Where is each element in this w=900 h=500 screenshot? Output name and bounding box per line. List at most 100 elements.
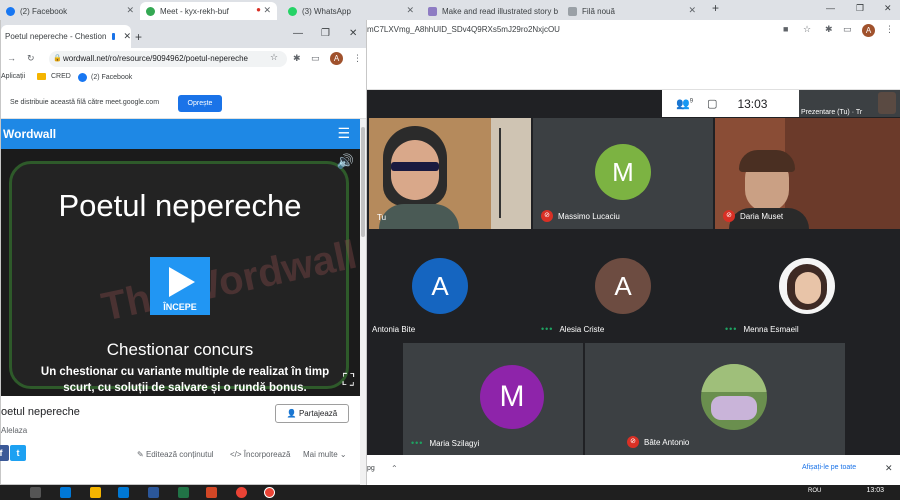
twitter-share-icon[interactable]: t [10, 445, 26, 461]
close-icon[interactable]: ✕ [123, 31, 131, 42]
camera-icon[interactable]: ■ [783, 24, 788, 34]
facebook-share-icon[interactable]: f [0, 445, 9, 461]
bookmark-star-icon[interactable]: ☆ [803, 24, 811, 35]
excel-icon[interactable] [178, 487, 189, 498]
address-bar[interactable]: 🔒 wordwall.net/ro/resource/9094962/poetu… [49, 51, 287, 67]
bookmark-facebook[interactable]: (2) Facebook [78, 73, 132, 82]
close-icon[interactable]: ✕ [688, 5, 696, 16]
edit-content-link[interactable]: ✎ Editează conținutul [137, 450, 214, 459]
close-icon[interactable]: ✕ [406, 5, 414, 16]
presenter-video [878, 92, 896, 114]
new-tab-icon[interactable]: + [135, 30, 142, 44]
more-link[interactable]: Mai multe ⌄ [303, 450, 347, 459]
start-button[interactable]: ÎNCEPE [150, 257, 210, 315]
new-tab-icon[interactable]: + [712, 1, 719, 15]
minimize-icon[interactable]: — [293, 28, 303, 39]
tab-meet[interactable]: Meet - kyx-rekh-buf ● ✕ [140, 2, 277, 20]
tab-share-notice: Se distribuie această filă către meet.go… [1, 87, 366, 119]
scroll-thumb[interactable] [361, 127, 365, 237]
wordwall-browser-window: Poetul nepereche - Chestion ✕ + — ❐ ✕ → … [0, 20, 367, 485]
participant-tile-bate[interactable]: ⊘ Bâte Antonio [585, 343, 845, 455]
word-icon[interactable] [148, 487, 159, 498]
hamburger-menu-icon[interactable]: ☰ [337, 125, 350, 142]
hair [739, 150, 795, 172]
speaker-icon[interactable]: 🔊 [337, 153, 354, 170]
embed-link[interactable]: </> Încorporează [230, 450, 291, 459]
facebook-icon [78, 73, 87, 82]
participant-tile-daria[interactable]: ⊘ Daria Muset [715, 118, 900, 229]
wordwall-logo[interactable]: Wordwall [3, 127, 56, 141]
people-icon[interactable]: 👥9 [676, 97, 693, 110]
back-arrow-icon[interactable]: → [7, 53, 16, 63]
language-indicator[interactable]: ROU [808, 488, 821, 494]
file-explorer-icon[interactable] [90, 487, 101, 498]
mic-off-icon: ⊘ [627, 436, 639, 448]
close-window-icon[interactable]: ✕ [349, 28, 357, 39]
address-bar[interactable]: mC7LXVmg_A8hhUID_SDv4Q9RXs5mJ29ro2NxjcOU [367, 25, 560, 34]
participant-tile-alesia[interactable]: A ••• Alesia Criste [533, 231, 713, 341]
share-button[interactable]: 👤 Partajează [275, 404, 349, 423]
bookmark-star-icon[interactable]: ☆ [270, 52, 278, 63]
profile-avatar[interactable]: A [330, 52, 343, 65]
taskbar-clock[interactable]: 13:03 [866, 487, 884, 494]
bookmark-cred[interactable]: CRED [37, 73, 71, 80]
edge-icon[interactable] [60, 487, 71, 498]
participant-name: ⊘ Bâte Antonio [627, 436, 689, 448]
tab-label: Filă nouă [582, 6, 615, 16]
mic-off-icon: ⊘ [541, 210, 553, 222]
extensions-icon[interactable]: ✱ [825, 24, 833, 35]
bookmark-apps[interactable]: Aplicații [1, 73, 25, 80]
cast-icon[interactable]: ▭ [311, 53, 320, 64]
tab-label: Poetul nepereche - Chestion [5, 32, 107, 41]
show-all-link[interactable]: Afișați-le pe toate [802, 464, 856, 471]
code-icon: </> [230, 450, 244, 459]
tab-new-tab[interactable]: Filă nouă ✕ [562, 2, 702, 20]
presentation-thumbnail[interactable]: Prezentare (Tu) · Tr [799, 90, 900, 117]
participant-tile-tu[interactable]: Tu [369, 118, 531, 229]
maximize-icon[interactable]: ❐ [856, 3, 864, 14]
page-scrollbar[interactable] [360, 119, 366, 485]
participant-tile-menna[interactable]: ••• Menna Esmaeil [715, 231, 900, 341]
download-bar: pg ⌃ Afișați-le pe toate ✕ [367, 455, 900, 485]
tab-facebook[interactable]: (2) Facebook ✕ [0, 2, 140, 20]
sharing-indicator-icon [112, 33, 116, 40]
chrome-active-icon[interactable] [264, 487, 275, 498]
download-file-name[interactable]: pg [367, 465, 375, 472]
stop-sharing-button[interactable]: Oprește [178, 95, 222, 112]
close-icon[interactable]: ✕ [263, 5, 271, 16]
lamp [499, 128, 525, 218]
participant-tile-antonia[interactable]: A Antonia Bite [367, 231, 533, 341]
mail-icon[interactable] [118, 487, 129, 498]
participant-tile-maria[interactable]: M ••• Maria Szilagyi [403, 343, 583, 455]
chrome-icon[interactable] [236, 487, 247, 498]
profile-avatar[interactable]: A [862, 24, 875, 37]
extensions-icon[interactable]: ✱ [293, 53, 301, 64]
chat-icon[interactable]: ▢ [707, 97, 717, 110]
facebook-icon [6, 6, 15, 16]
chevron-up-icon[interactable]: ⌃ [391, 464, 398, 473]
activity-author[interactable]: Alelaza [1, 426, 27, 435]
menu-icon[interactable]: ⋮ [885, 24, 894, 35]
cast-icon[interactable]: ▭ [843, 24, 852, 35]
tab-label: Meet - kyx-rekh-buf [160, 6, 229, 16]
tab-wordwall[interactable]: Poetul nepereche - Chestion ✕ [1, 25, 131, 48]
task-view-icon[interactable] [30, 487, 41, 498]
close-icon[interactable]: ✕ [126, 5, 134, 16]
menu-icon[interactable]: ⋮ [353, 53, 362, 64]
participant-name: ⊘ Daria Muset [723, 210, 783, 222]
powerpoint-icon[interactable] [206, 487, 217, 498]
minimize-icon[interactable]: — [826, 3, 835, 13]
tab-storybook[interactable]: Make and read illustrated story b [422, 2, 562, 20]
back-browser-bookmarks-area [367, 42, 900, 90]
reload-icon[interactable]: ↻ [27, 53, 35, 64]
close-window-icon[interactable]: ✕ [884, 3, 892, 14]
participant-tile-massimo[interactable]: M ⊘ Massimo Lucaciu [533, 118, 713, 229]
avatar: A [595, 258, 651, 314]
maximize-icon[interactable]: ❐ [321, 28, 330, 39]
participant-count: 9 [689, 98, 694, 105]
participant-name: Antonia Bite [372, 325, 416, 334]
tab-whatsapp[interactable]: (3) WhatsApp ✕ [282, 2, 420, 20]
close-icon[interactable]: ✕ [885, 463, 893, 474]
fullscreen-icon[interactable]: ⛶ [343, 372, 354, 390]
tab-label: Make and read illustrated story b [442, 6, 559, 16]
